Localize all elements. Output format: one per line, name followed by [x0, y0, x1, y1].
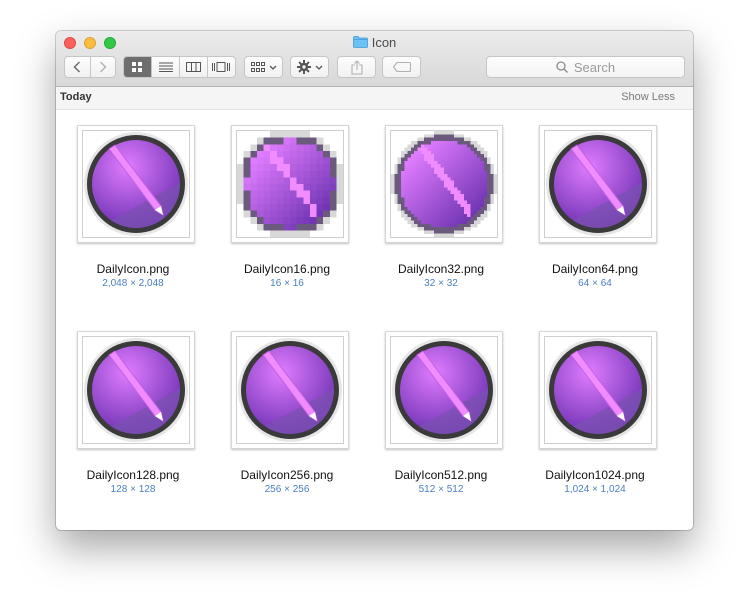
gear-icon	[296, 60, 311, 74]
app-icon-preview	[82, 336, 190, 444]
app-icon-preview	[390, 336, 498, 444]
column-view-icon	[185, 62, 201, 72]
cover-flow-button[interactable]	[208, 57, 235, 77]
app-icon-preview	[390, 130, 498, 238]
search-field[interactable]: Search	[486, 56, 685, 78]
pencil-icon	[546, 338, 650, 442]
file-dimensions: 2,048 × 2,048	[102, 278, 164, 289]
share-icon	[350, 59, 363, 75]
chevron-right-icon	[99, 61, 107, 73]
chevron-left-icon	[73, 61, 81, 73]
cover-flow-icon	[212, 62, 231, 72]
tag-icon	[392, 62, 411, 72]
chevron-down-icon	[269, 65, 276, 70]
file-thumbnail[interactable]	[385, 125, 503, 243]
icon-view-button[interactable]	[124, 57, 153, 77]
file-item[interactable]: DailyIcon32.png 32 × 32	[364, 110, 518, 300]
section-title: Today	[60, 91, 92, 103]
file-thumbnail[interactable]	[231, 331, 349, 449]
pencil-icon	[237, 131, 343, 237]
file-dimensions: 256 × 256	[264, 484, 310, 495]
finder-window: Icon Search Today Show Less DailyIcon.pn…	[56, 31, 693, 530]
pencil-icon	[84, 132, 188, 236]
pencil-icon	[238, 338, 342, 442]
file-thumbnail[interactable]	[385, 331, 503, 449]
file-thumbnail[interactable]	[539, 331, 657, 449]
section-header: Today Show Less	[56, 87, 693, 110]
search-placeholder: Search	[573, 59, 616, 75]
file-dimensions: 128 × 128	[110, 484, 156, 495]
title-bar: Icon Search	[56, 31, 693, 87]
file-name: DailyIcon256.png	[240, 468, 334, 482]
show-less-button[interactable]: Show Less	[621, 91, 675, 103]
arrange-grid-icon	[250, 62, 265, 72]
file-item[interactable]: DailyIcon16.png 16 × 16	[210, 110, 364, 300]
file-item[interactable]: DailyIcon128.png 128 × 128	[56, 316, 210, 506]
pencil-icon	[546, 132, 650, 236]
file-item[interactable]: DailyIcon1024.png 1,024 × 1,024	[518, 316, 672, 506]
file-thumbnail[interactable]	[77, 331, 195, 449]
pencil-icon	[84, 338, 188, 442]
app-icon-preview	[544, 130, 652, 238]
file-name: DailyIcon1024.png	[545, 468, 645, 482]
search-icon	[556, 61, 568, 73]
file-thumbnail[interactable]	[231, 125, 349, 243]
file-dimensions: 32 × 32	[424, 278, 458, 289]
app-icon-preview	[544, 336, 652, 444]
file-dimensions: 1,024 × 1,024	[564, 484, 626, 495]
file-thumbnail[interactable]	[539, 125, 657, 243]
file-item[interactable]: DailyIcon.png 2,048 × 2,048	[56, 110, 210, 300]
app-icon-preview	[236, 130, 344, 238]
list-view-button[interactable]	[152, 57, 180, 77]
file-dimensions: 512 × 512	[418, 484, 464, 495]
view-mode-control	[123, 56, 236, 78]
action-button[interactable]	[290, 56, 329, 78]
pencil-icon	[392, 338, 496, 442]
navigation-buttons	[64, 56, 116, 78]
app-icon-preview	[236, 336, 344, 444]
file-dimensions: 64 × 64	[578, 278, 612, 289]
file-name: DailyIcon512.png	[394, 468, 488, 482]
app-icon-preview	[82, 130, 190, 238]
file-name: DailyIcon16.png	[243, 262, 331, 276]
file-name: DailyIcon64.png	[551, 262, 639, 276]
file-item[interactable]: DailyIcon64.png 64 × 64	[518, 110, 672, 300]
back-button[interactable]	[65, 57, 91, 77]
folder-icon	[352, 36, 368, 48]
file-name: DailyIcon128.png	[86, 468, 180, 482]
icon-view-icon	[132, 61, 143, 72]
pencil-icon	[391, 131, 497, 237]
window-title: Icon	[56, 35, 693, 50]
file-name: DailyIcon32.png	[397, 262, 485, 276]
column-view-button[interactable]	[180, 57, 208, 77]
file-item[interactable]: DailyIcon512.png 512 × 512	[364, 316, 518, 506]
file-thumbnail[interactable]	[77, 125, 195, 243]
window-title-text: Icon	[371, 35, 397, 50]
file-name: DailyIcon.png	[96, 262, 170, 276]
tag-button[interactable]	[382, 56, 421, 78]
forward-button[interactable]	[91, 57, 116, 77]
list-view-icon	[158, 62, 173, 72]
arrange-button[interactable]	[244, 56, 283, 78]
file-dimensions: 16 × 16	[270, 278, 304, 289]
chevron-down-icon	[315, 65, 322, 70]
share-button[interactable]	[337, 56, 376, 78]
file-item[interactable]: DailyIcon256.png 256 × 256	[210, 316, 364, 506]
